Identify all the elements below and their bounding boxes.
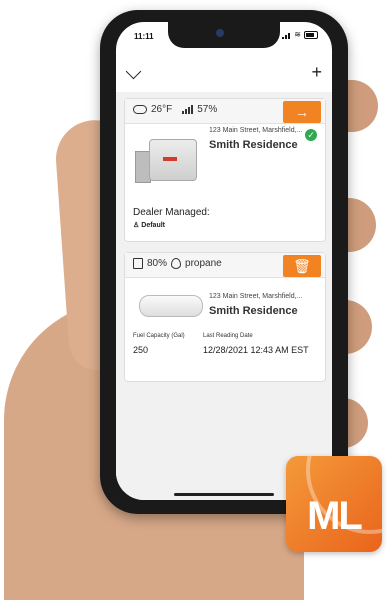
chevron-down-icon[interactable] — [125, 63, 142, 80]
signal-bars-icon — [182, 105, 194, 114]
phone-frame: 11:11 ≋ + 26°F 57% → 123 Main Street, Ma… — [100, 10, 348, 514]
device-list: 26°F 57% → 123 Main Street, Marshfield,.… — [116, 92, 332, 500]
top-bar: + — [116, 60, 332, 90]
checkmark-icon: ✓ — [305, 129, 317, 141]
status-icons: ≋ — [282, 31, 318, 39]
fuel-pump-icon — [133, 258, 143, 269]
reading-label: Last Reading Date — [203, 333, 253, 339]
logo-text: ML — [307, 494, 363, 538]
propane-tank-image — [139, 295, 203, 317]
wifi-icon: ≋ — [294, 30, 301, 39]
dealer-label: Dealer Managed: — [133, 207, 210, 218]
person-icon: ♙ — [133, 222, 140, 229]
home-indicator — [174, 493, 274, 496]
card-header: 26°F 57% → — [125, 99, 325, 124]
generator-card[interactable]: 26°F 57% → 123 Main Street, Marshfield,.… — [124, 98, 326, 242]
fuel-type: propane — [185, 258, 222, 269]
fuel-tank-card[interactable]: 80% propane 🗑 123 Main Street, Marshfiel… — [124, 252, 326, 382]
residence-name: Smith Residence — [209, 305, 298, 317]
fuel-percent: 80% — [147, 258, 168, 269]
trash-icon[interactable]: 🗑 — [283, 255, 321, 277]
ml-logo: ML — [286, 456, 382, 552]
address-text: 123 Main Street, Marshfield,... — [209, 293, 303, 300]
reading-value: 12/28/2021 12:43 AM EST — [203, 345, 309, 355]
flame-icon — [171, 258, 182, 269]
add-button[interactable]: + — [311, 62, 322, 83]
weather-info: 26°F 57% — [133, 104, 217, 115]
capacity-value: 250 — [133, 345, 149, 355]
dealer-value: ♙ Default — [133, 221, 166, 230]
cloud-icon — [133, 105, 147, 114]
card-header: 80% propane 🗑 — [125, 253, 325, 278]
generator-image — [135, 139, 197, 185]
address-text: 123 Main Street, Marshfield,... — [209, 127, 303, 134]
arrow-right-icon[interactable]: → — [283, 101, 321, 123]
status-time: 11:11 — [134, 32, 154, 41]
battery-icon — [304, 31, 318, 39]
residence-name: Smith Residence — [209, 139, 298, 151]
camera — [216, 29, 224, 37]
signal-percent: 57% — [197, 104, 218, 115]
capacity-label: Fuel Capacity (Gal) — [133, 333, 185, 339]
cell-signal-icon — [282, 32, 291, 39]
temperature: 26°F — [151, 104, 173, 115]
phone-screen: 11:11 ≋ + 26°F 57% → 123 Main Street, Ma… — [116, 22, 332, 500]
notch — [168, 22, 280, 48]
fuel-info: 80% propane — [133, 258, 222, 269]
